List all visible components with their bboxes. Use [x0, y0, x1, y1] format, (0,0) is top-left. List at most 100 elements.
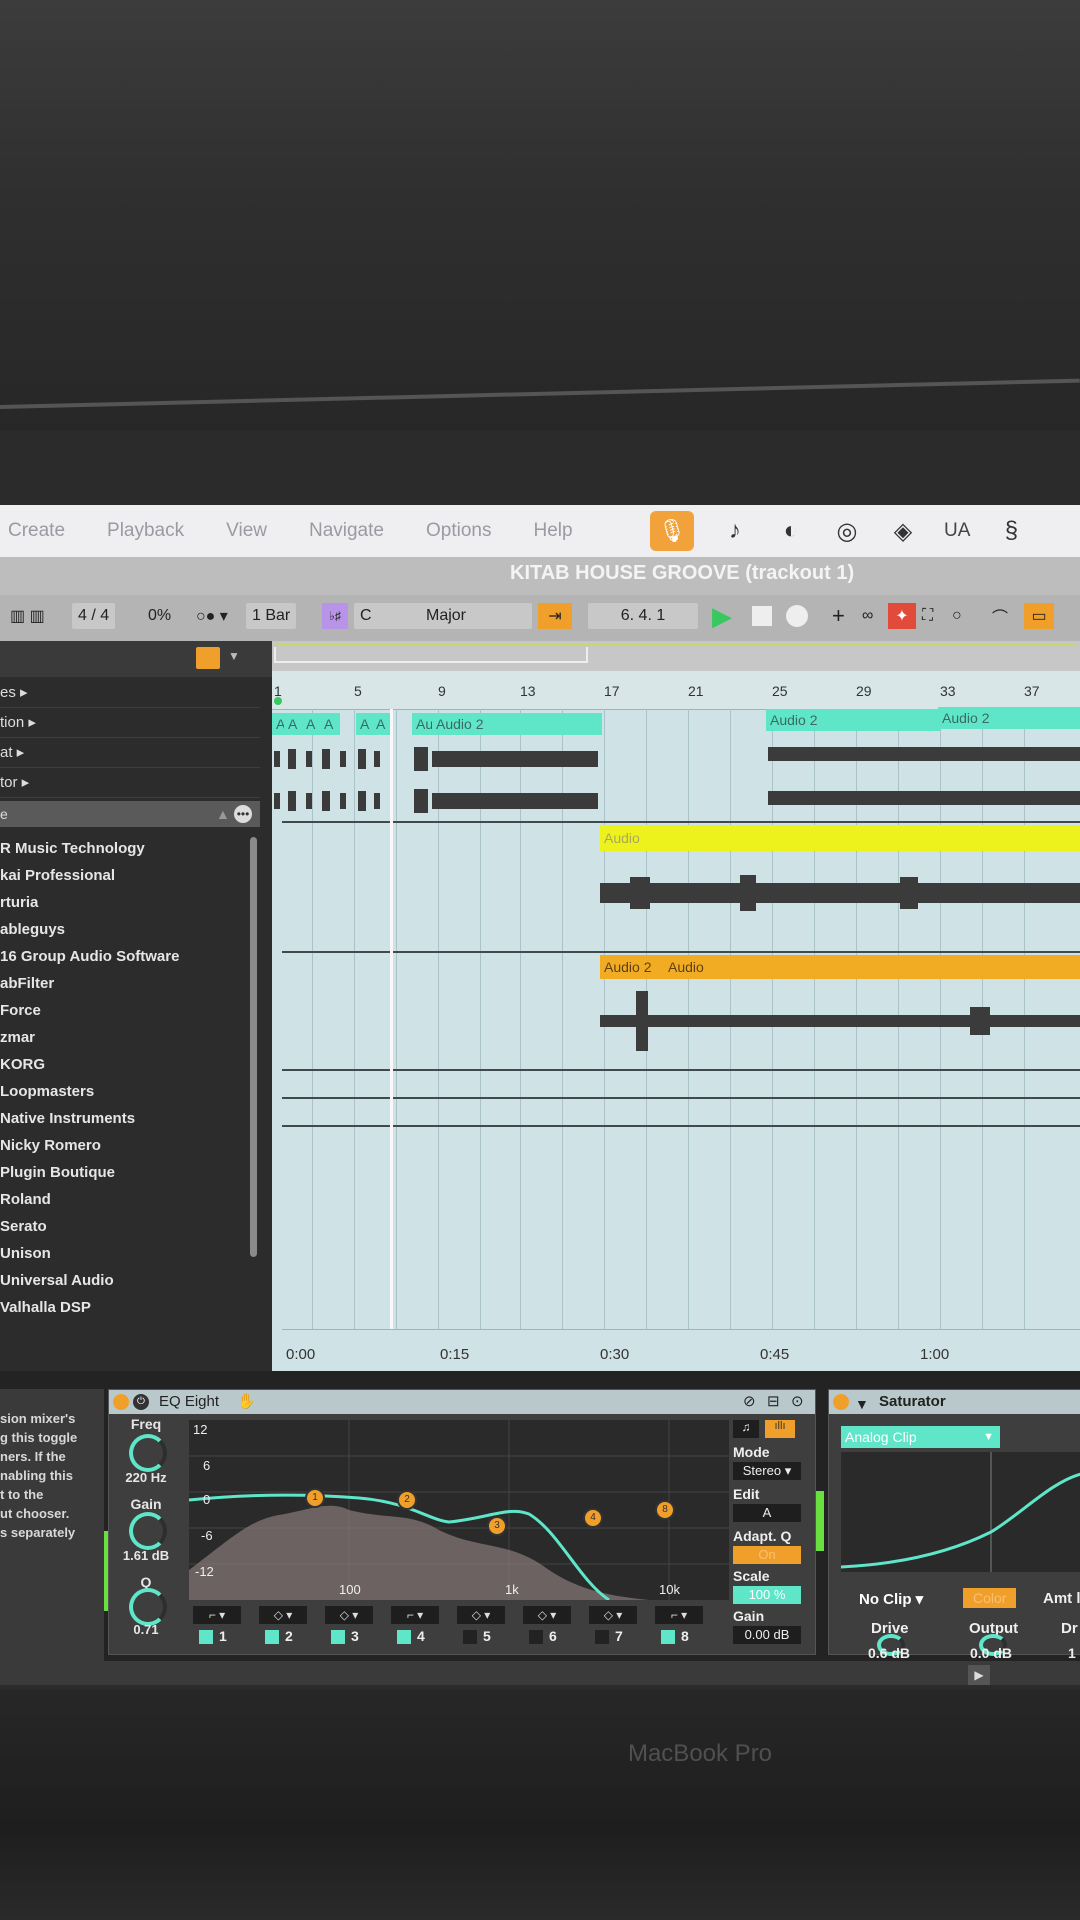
- eq-spectrum-display[interactable]: 12 6 0 -6 -12 100 1k 10k 1 2 3 4 8: [188, 1420, 729, 1602]
- browser-item[interactable]: 16 Group Audio Software: [0, 943, 250, 970]
- capture-icon[interactable]: ✦: [888, 603, 916, 629]
- browser-item[interactable]: zmar: [0, 1024, 250, 1051]
- menu-navigate[interactable]: Navigate: [309, 520, 384, 542]
- record-status-icon[interactable]: ◎: [832, 516, 862, 546]
- follow-icon[interactable]: ⇥: [538, 603, 572, 629]
- q-knob[interactable]: [129, 1588, 167, 1626]
- save-preset-icon[interactable]: ⊟: [767, 1390, 780, 1414]
- audio-clip[interactable]: Au: [412, 713, 434, 735]
- device-on-icon[interactable]: [833, 1394, 849, 1410]
- scale-value[interactable]: 100 %: [733, 1586, 801, 1604]
- band-toggle[interactable]: [397, 1630, 411, 1644]
- color-button[interactable]: Color: [963, 1588, 1017, 1608]
- moon-icon[interactable]: ◐: [776, 516, 806, 546]
- ua-logo-icon[interactable]: ◈: [888, 516, 918, 546]
- quantize-select[interactable]: 1 Bar: [246, 603, 297, 629]
- audio-clip[interactable]: A: [284, 713, 302, 735]
- device-on-icon[interactable]: [113, 1394, 129, 1410]
- band-toggle[interactable]: [595, 1630, 609, 1644]
- menu-view[interactable]: View: [226, 520, 267, 542]
- eq-band-node[interactable]: 1: [305, 1488, 325, 1508]
- microphone-icon[interactable]: 🎙: [650, 511, 694, 551]
- browser-list-icon[interactable]: [196, 647, 220, 669]
- browser-item[interactable]: Nicky Romero: [0, 1132, 250, 1159]
- eq-band-node[interactable]: 2: [397, 1490, 417, 1510]
- record-button[interactable]: [786, 603, 808, 629]
- browser-category[interactable]: es ▸: [0, 679, 260, 708]
- audio-clip[interactable]: Audio: [600, 825, 1080, 851]
- band-toggle[interactable]: [529, 1630, 543, 1644]
- automation-icon[interactable]: ∞: [862, 603, 873, 629]
- browser-item[interactable]: Serato: [0, 1213, 250, 1240]
- band-toggle[interactable]: [661, 1630, 675, 1644]
- arrangement-overview[interactable]: [272, 641, 1080, 671]
- mode-select[interactable]: Stereo ▾: [733, 1462, 801, 1480]
- browser-item[interactable]: kai Professional: [0, 862, 250, 889]
- eq-band-node[interactable]: 8: [655, 1500, 675, 1520]
- add-icon[interactable]: +: [832, 603, 845, 629]
- chevron-down-icon[interactable]: ▼: [228, 649, 240, 663]
- spectrum-icon[interactable]: ıllı: [765, 1420, 795, 1438]
- browser-item[interactable]: Roland: [0, 1186, 250, 1213]
- eq-band-node[interactable]: 4: [583, 1508, 603, 1528]
- saturation-type-select[interactable]: Analog Clip ▼: [841, 1426, 1000, 1448]
- shazam-icon[interactable]: §: [996, 516, 1026, 546]
- output-gain-value[interactable]: 0.00 dB: [733, 1626, 801, 1644]
- drive-value[interactable]: 0.6 dB: [868, 1645, 910, 1661]
- band-toggle[interactable]: [199, 1630, 213, 1644]
- audio-clip[interactable]: Audio 2: [600, 955, 666, 979]
- tap-meter-icon[interactable]: ▥ ▥: [10, 603, 45, 629]
- adapt-q-toggle[interactable]: On: [733, 1546, 801, 1564]
- stop-button[interactable]: [752, 603, 772, 629]
- browser-category[interactable]: at ▸: [0, 739, 260, 768]
- browser-category[interactable]: tion ▸: [0, 709, 260, 738]
- band-filter-type[interactable]: ⌐ ▾: [391, 1606, 439, 1624]
- play-icon[interactable]: ▶: [968, 1665, 990, 1685]
- draw-mode-icon[interactable]: ▭: [1024, 603, 1054, 629]
- browser-item[interactable]: Force: [0, 997, 250, 1024]
- menu-help[interactable]: Help: [533, 520, 572, 542]
- play-icon[interactable]: ▶: [712, 601, 732, 631]
- freq-value[interactable]: 220 Hz: [111, 1470, 181, 1485]
- band-filter-type[interactable]: ⌐ ▾: [193, 1606, 241, 1624]
- band-toggle[interactable]: [331, 1630, 345, 1644]
- menu-playback[interactable]: Playback: [107, 520, 184, 542]
- ua-menu[interactable]: UA: [944, 520, 970, 542]
- key-select[interactable]: C: [354, 603, 424, 629]
- audio-clip[interactable]: A: [372, 713, 390, 735]
- dry-wet-value[interactable]: 1: [1068, 1645, 1076, 1661]
- audio-clip[interactable]: A: [320, 713, 340, 735]
- device-menu-icon[interactable]: ⊙: [791, 1390, 804, 1414]
- browser-item[interactable]: abFilter: [0, 970, 250, 997]
- song-position[interactable]: 6. 4. 1: [588, 603, 698, 629]
- band-filter-type[interactable]: ◇ ▾: [259, 1606, 307, 1624]
- playhead[interactable]: [390, 709, 393, 1331]
- audio-clip[interactable]: Audio: [664, 955, 1080, 979]
- band-toggle[interactable]: [463, 1630, 477, 1644]
- more-icon[interactable]: •••: [234, 805, 252, 823]
- edit-toggle[interactable]: A: [733, 1504, 801, 1522]
- eq-band-node[interactable]: 3: [487, 1516, 507, 1536]
- sort-icon[interactable]: ▲: [216, 801, 230, 827]
- browser-item[interactable]: Plugin Boutique: [0, 1159, 250, 1186]
- audio-clip[interactable]: Audio 2: [432, 713, 602, 735]
- band-filter-type[interactable]: ◇ ▾: [523, 1606, 571, 1624]
- audio-clip[interactable]: Audio 2: [766, 709, 940, 731]
- menu-options[interactable]: Options: [426, 520, 491, 542]
- collapse-icon[interactable]: ▼: [855, 1392, 869, 1416]
- browser-item[interactable]: KORG: [0, 1051, 250, 1078]
- loop-region-icon[interactable]: ⛶: [922, 603, 933, 629]
- band-filter-type[interactable]: ◇ ▾: [589, 1606, 637, 1624]
- band-toggle[interactable]: [265, 1630, 279, 1644]
- gain-knob[interactable]: [129, 1512, 167, 1550]
- time-ruler[interactable]: 0:00 0:15 0:30 0:45 1:00: [282, 1329, 1080, 1371]
- menu-create[interactable]: Create: [8, 520, 65, 542]
- band-filter-type[interactable]: ◇ ▾: [325, 1606, 373, 1624]
- scale-mode-icon[interactable]: ♭♯: [322, 603, 348, 629]
- browser-item[interactable]: Universal Audio: [0, 1267, 250, 1294]
- browser-category[interactable]: tor ▸: [0, 769, 260, 798]
- scale-select[interactable]: Major: [420, 603, 532, 629]
- q-value[interactable]: 0.71: [111, 1622, 181, 1637]
- hot-swap-icon[interactable]: ⊘: [743, 1390, 756, 1414]
- gain-value[interactable]: 1.61 dB: [111, 1548, 181, 1563]
